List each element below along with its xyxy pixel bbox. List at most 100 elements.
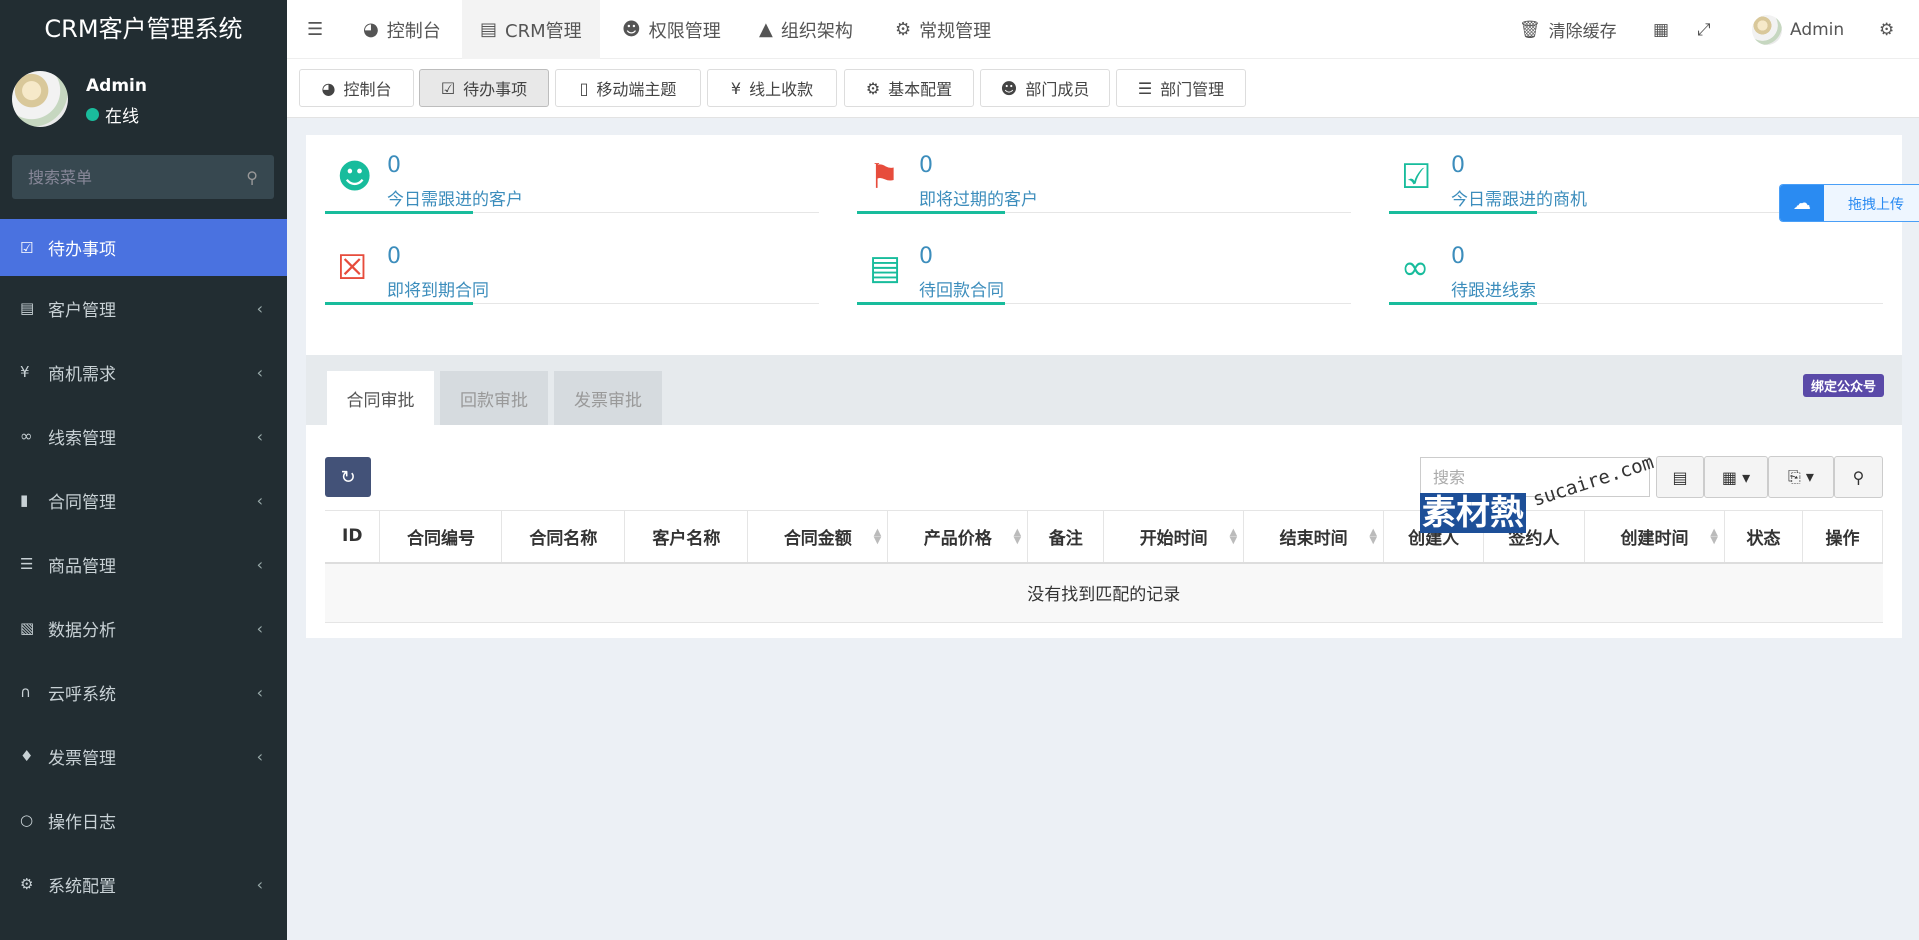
refresh-button[interactable]: ↻ <box>325 457 371 497</box>
sort-icon[interactable]: ▲ ▼ <box>1710 528 1718 546</box>
stat-label: 待跟进线索 <box>1451 281 1536 301</box>
settings-gear-icon[interactable]: ⚙ <box>1879 0 1894 59</box>
stat-customers-followup[interactable]: ☻ 0 今日需跟进的客户 <box>325 135 819 219</box>
stat-contracts-payment[interactable]: ▤ 0 待回款合同 <box>857 226 1351 310</box>
tab-dashboard[interactable]: ◕ 控制台 <box>299 69 414 107</box>
col-actions[interactable]: 操作 <box>1802 510 1884 564</box>
sidebar-item-logs[interactable]: ○ 操作日志 <box>0 788 287 852</box>
users-icon: ☻ <box>1000 78 1018 98</box>
calendar-x-icon: ☒ <box>337 248 368 288</box>
tab-label: 线上收款 <box>749 80 814 99</box>
online-dot-icon <box>86 108 99 121</box>
col-product-price[interactable]: 产品价格 ▲ ▼ <box>887 510 1029 564</box>
calendar-check-icon: ☑ <box>440 78 456 98</box>
stat-value: 0 <box>1451 153 1465 178</box>
tab-contract-approval[interactable]: 合同审批 <box>327 371 434 425</box>
users-icon: ☻ <box>337 157 373 197</box>
chevron-left-icon: ‹ <box>256 618 263 638</box>
sidebar-item-system-config[interactable]: ⚙ 系统配置 ‹ <box>0 852 287 916</box>
tab-todo[interactable]: ☑ 待办事项 <box>419 69 549 107</box>
sort-icon[interactable]: ▲ ▼ <box>874 528 882 546</box>
app-logo-title[interactable]: CRM客户管理系统 <box>0 0 287 59</box>
sidebar-item-label: 系统配置 <box>48 876 116 897</box>
tab-basic-config[interactable]: ⚙ 基本配置 <box>844 69 974 107</box>
col-contract-name[interactable]: 合同名称 <box>501 510 626 564</box>
drag-upload-widget[interactable]: ☁ 拖拽上传 <box>1779 184 1919 222</box>
topnav-permissions[interactable]: ☻ 权限管理 <box>622 0 721 59</box>
calendar-check-icon: ☑ <box>1401 157 1432 197</box>
topnav-label: 控制台 <box>386 20 441 42</box>
sidebar-item-label: 操作日志 <box>48 812 116 833</box>
columns-button[interactable]: ▦ ▾ <box>1704 456 1768 498</box>
language-icon[interactable]: ▦ <box>1653 0 1669 59</box>
circle-icon: ○ <box>20 811 34 829</box>
search-icon[interactable]: ⚲ <box>246 168 258 187</box>
stat-leads-followup[interactable]: ∞ 0 待跟进线索 <box>1389 226 1883 310</box>
stat-value: 0 <box>919 153 933 178</box>
sidebar-menu: ☑ 待办事项 ▤ 客户管理 ‹ ¥ 商机需求 ‹ ∞ 线索管理 ‹ ▮ 合同管理… <box>0 219 287 916</box>
bar-chart-icon: ▧ <box>20 619 35 637</box>
tab-dept-members[interactable]: ☻ 部门成员 <box>980 69 1110 107</box>
col-customer-name[interactable]: 客户名称 <box>624 510 749 564</box>
fullscreen-icon[interactable]: ⤢ <box>1697 0 1711 59</box>
toggle-view-button[interactable]: ▤ <box>1656 456 1704 498</box>
watermark-text: 素材熱 <box>1420 493 1526 533</box>
top-navbar: ☰ ◕ 控制台 ▤ CRM管理 ☻ 权限管理 ▲ 组织架构 ⚙ 常规管理 🗑 清… <box>287 0 1919 59</box>
stat-label: 即将过期的客户 <box>919 190 1038 210</box>
stat-customers-expiring[interactable]: ⚑ 0 即将过期的客户 <box>857 135 1351 219</box>
sidebar-item-leads[interactable]: ∞ 线索管理 ‹ <box>0 404 287 468</box>
topnav-label: 组织架构 <box>780 20 853 42</box>
tab-dept-management[interactable]: ☰ 部门管理 <box>1116 69 1246 107</box>
sidebar-item-products[interactable]: ☰ 商品管理 ‹ <box>0 532 287 596</box>
search-button[interactable]: ⚲ <box>1834 456 1883 498</box>
tab-payment-approval[interactable]: 回款审批 <box>440 371 548 425</box>
sidebar-item-invoices[interactable]: ♦ 发票管理 ‹ <box>0 724 287 788</box>
topnav-general[interactable]: ⚙ 常规管理 <box>895 0 991 59</box>
topnav-crm[interactable]: ▤ CRM管理 <box>462 0 600 59</box>
topnav-label: 权限管理 <box>648 20 721 42</box>
sidebar-item-contracts[interactable]: ▮ 合同管理 ‹ <box>0 468 287 532</box>
sort-icon[interactable]: ▲ ▼ <box>1229 528 1237 546</box>
sidebar-search-input[interactable] <box>28 167 247 187</box>
topnav-dashboard[interactable]: ◕ 控制台 <box>363 0 441 59</box>
tab-label: 部门管理 <box>1160 80 1225 99</box>
sort-icon[interactable]: ▲ ▼ <box>1014 528 1022 546</box>
sidebar-item-label: 发票管理 <box>48 748 116 769</box>
user-status: 在线 <box>86 102 139 127</box>
trash-icon: 🗑 <box>1519 19 1541 40</box>
col-id[interactable]: ID <box>325 510 381 564</box>
chevron-left-icon: ‹ <box>256 490 263 510</box>
col-end-time[interactable]: 结束时间 ▲ ▼ <box>1243 510 1385 564</box>
col-label: 开始时间 <box>1139 528 1208 549</box>
col-status[interactable]: 状态 <box>1724 510 1803 564</box>
stat-value: 0 <box>919 244 933 269</box>
col-contract-amount[interactable]: 合同金额 ▲ ▼ <box>747 510 889 564</box>
sidebar-item-todo[interactable]: ☑ 待办事项 <box>0 219 287 276</box>
sidebar-item-opportunities[interactable]: ¥ 商机需求 ‹ <box>0 340 287 404</box>
id-card-icon: ▤ <box>20 299 35 317</box>
col-remark[interactable]: 备注 <box>1027 510 1105 564</box>
tab-online-payment[interactable]: ¥ 线上收款 <box>707 69 837 107</box>
sidebar-item-cloud-call[interactable]: ∩ 云呼系统 ‹ <box>0 660 287 724</box>
export-button[interactable]: ⎘ ▾ <box>1768 456 1834 498</box>
gear-icon: ⚙ <box>865 78 881 98</box>
stat-progress-bar <box>857 302 1005 305</box>
tab-mobile-theme[interactable]: ▯ 移动端主题 <box>555 69 701 107</box>
sidebar-item-analytics[interactable]: ▧ 数据分析 ‹ <box>0 596 287 660</box>
page-tabs: ◕ 控制台 ☑ 待办事项 ▯ 移动端主题 ¥ 线上收款 ⚙ 基本配置 ☻ 部门成… <box>287 59 1919 118</box>
sidebar-item-label: 商机需求 <box>48 364 116 385</box>
tab-invoice-approval[interactable]: 发票审批 <box>554 371 662 425</box>
clear-cache-button[interactable]: 🗑 清除缓存 <box>1519 0 1617 59</box>
sort-icon[interactable]: ▲ ▼ <box>1369 528 1377 546</box>
dashboard-icon: ◕ <box>321 78 336 98</box>
sidebar-item-customers[interactable]: ▤ 客户管理 ‹ <box>0 276 287 340</box>
stat-contracts-expiring[interactable]: ☒ 0 即将到期合同 <box>325 226 819 310</box>
topnav-org[interactable]: ▲ 组织架构 <box>759 0 853 59</box>
chevron-left-icon: ‹ <box>256 426 263 446</box>
bind-wechat-badge[interactable]: 绑定公众号 <box>1802 374 1884 397</box>
col-contract-no[interactable]: 合同编号 <box>379 510 503 564</box>
col-start-time[interactable]: 开始时间 ▲ ▼ <box>1103 510 1245 564</box>
topnav-user[interactable]: Admin <box>1752 0 1844 59</box>
hamburger-icon[interactable]: ☰ <box>307 0 323 59</box>
col-created-time[interactable]: 创建时间 ▲ ▼ <box>1584 510 1725 564</box>
